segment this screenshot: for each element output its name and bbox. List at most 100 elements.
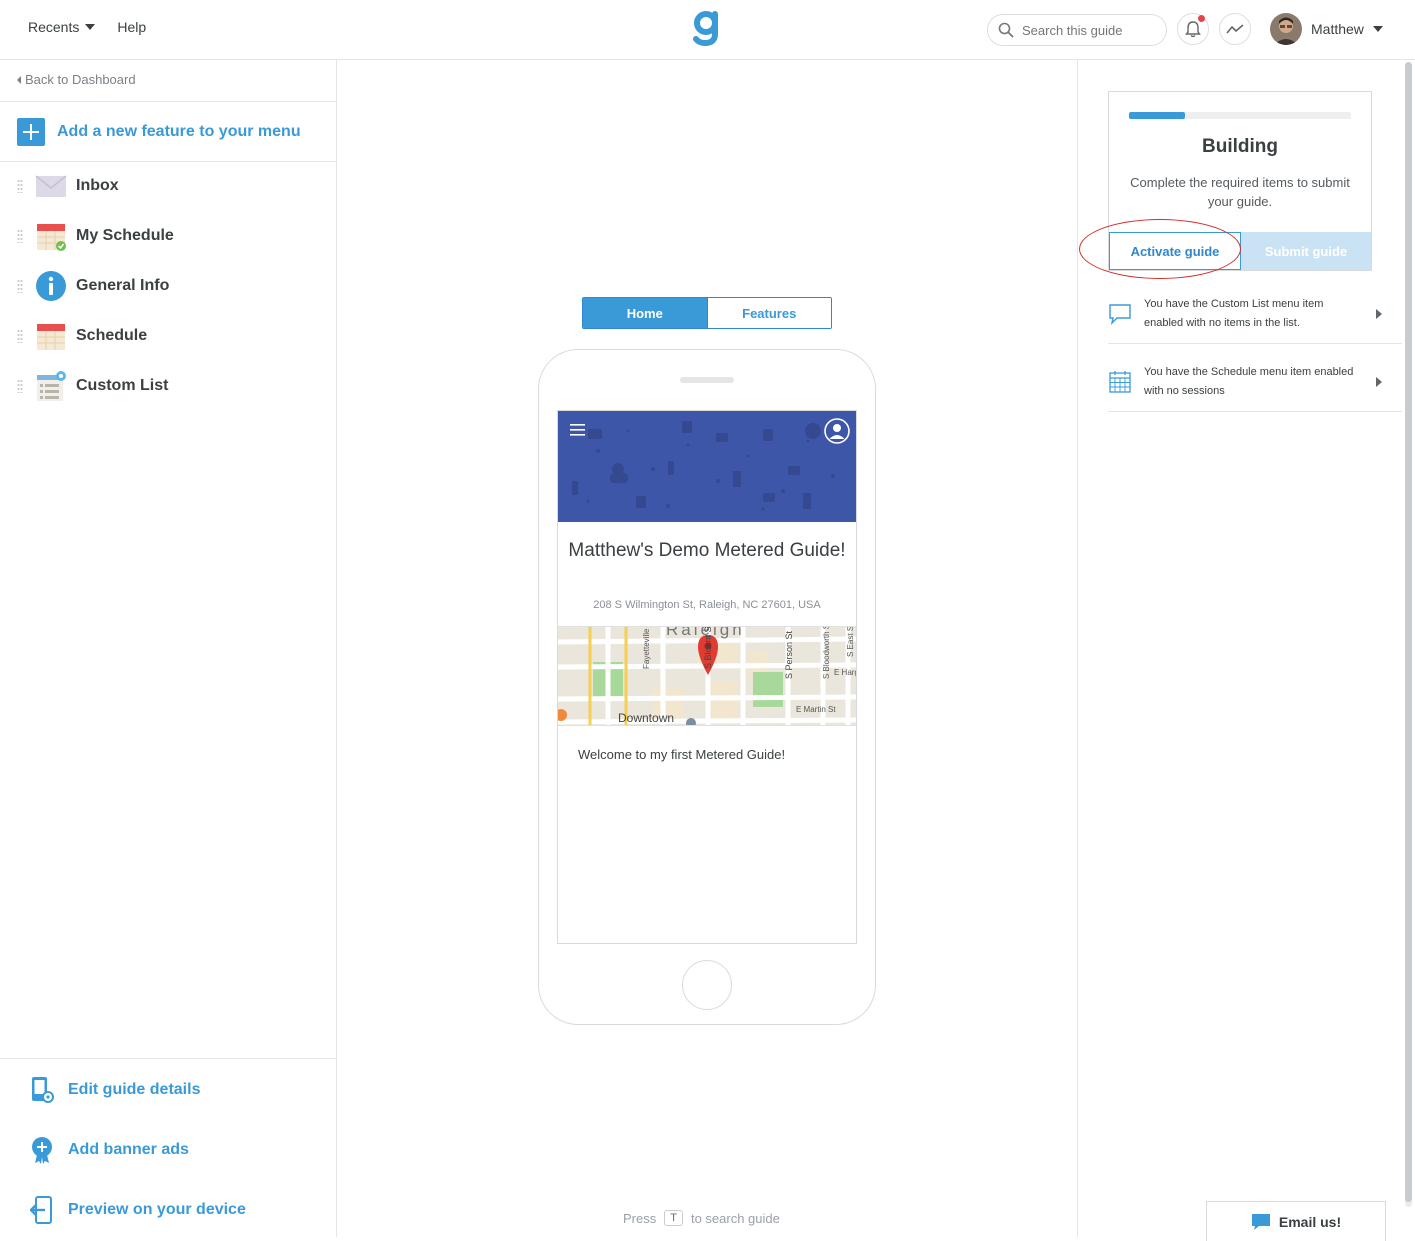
- sidebar-item-general-info[interactable]: General Info: [17, 268, 317, 304]
- status-card: Building Complete the required items to …: [1108, 91, 1372, 271]
- user-menu[interactable]: Matthew: [1270, 13, 1383, 45]
- calendar-icon: [37, 324, 65, 350]
- activity-chart-icon: [1226, 24, 1244, 34]
- sidebar-item-schedule[interactable]: Schedule: [17, 318, 317, 354]
- preview-on-device-link[interactable]: Preview on your device: [30, 1196, 246, 1224]
- search-box[interactable]: [987, 14, 1167, 46]
- map-label-downtown: Downtown: [618, 711, 675, 725]
- divider: [0, 101, 337, 102]
- status-panel: Building Complete the required items to …: [1077, 60, 1415, 1237]
- email-us-button[interactable]: Email us!: [1206, 1201, 1386, 1241]
- submit-guide-button[interactable]: Submit guide: [1241, 232, 1371, 270]
- sidebar: Back to Dashboard Add a new feature to y…: [0, 60, 337, 1237]
- chevron-right-icon: [1376, 376, 1382, 387]
- recents-label: Recents: [28, 19, 80, 35]
- notification-dot: [1198, 15, 1205, 22]
- bell-icon: [1185, 21, 1201, 38]
- sidebar-item-label: Custom List: [76, 377, 169, 394]
- profile-icon[interactable]: [824, 418, 850, 444]
- back-label: Back to Dashboard: [25, 72, 136, 87]
- activity-button[interactable]: [1219, 13, 1251, 45]
- envelope-icon: [35, 175, 67, 197]
- progress-fill: [1129, 112, 1185, 119]
- status-title: Building: [1202, 136, 1278, 157]
- drag-handle-icon[interactable]: [17, 179, 23, 193]
- keyboard-hint: Press T to search guide: [623, 1210, 780, 1226]
- sidebar-item-label: Schedule: [76, 327, 148, 344]
- notifications-button[interactable]: [1177, 13, 1209, 45]
- chevron-down-icon: [85, 24, 96, 30]
- sidebar-item-label: My Schedule: [76, 227, 174, 244]
- add-banner-ads-label: Add banner ads: [68, 1141, 189, 1158]
- tab-features[interactable]: Features: [706, 298, 831, 328]
- calendar-check-icon: [37, 224, 66, 251]
- recents-menu[interactable]: Recents: [28, 19, 96, 35]
- guide-title: Matthew's Demo Metered Guide!: [568, 540, 846, 561]
- sidebar-item-inbox[interactable]: Inbox: [17, 168, 317, 204]
- chat-bubble-icon: [1251, 1213, 1270, 1230]
- shortcut-key: T: [664, 1210, 683, 1226]
- guide-address: 208 S Wilmington St, Raleigh, NC 27601, …: [593, 599, 821, 611]
- map-label-street: S Blount St: [703, 626, 713, 669]
- task-item-schedule[interactable]: You have the Schedule menu item enabled …: [1108, 352, 1402, 412]
- avatar: [1270, 13, 1302, 45]
- edit-guide-details-label: Edit guide details: [68, 1081, 201, 1098]
- edit-guide-details-link[interactable]: Edit guide details: [30, 1076, 200, 1104]
- welcome-text: Welcome to my first Metered Guide!: [578, 747, 786, 762]
- ribbon-plus-icon: [32, 1137, 52, 1164]
- guide-banner: [558, 411, 856, 522]
- banner-pattern: [572, 421, 835, 511]
- user-avatar-icon: [1270, 13, 1302, 45]
- map-label-street: Fayetteville St: [642, 626, 651, 669]
- map-label-street: E Martin St: [796, 705, 836, 714]
- sidebar-item-label: Inbox: [76, 177, 119, 194]
- sidebar-item-custom-list[interactable]: Custom List: [17, 368, 317, 404]
- phone-speaker: [680, 377, 734, 383]
- phone-screen: Matthew's Demo Metered Guide! 208 S Wilm…: [557, 410, 857, 944]
- add-feature-button[interactable]: Add a new feature to your menu: [17, 118, 301, 146]
- tab-home[interactable]: Home: [583, 298, 707, 328]
- scrollbar[interactable]: [1405, 62, 1412, 1207]
- help-link[interactable]: Help: [117, 19, 146, 35]
- drag-handle-icon[interactable]: [17, 379, 23, 393]
- divider: [0, 1058, 337, 1059]
- map-label-street: S East St: [846, 626, 855, 657]
- top-bar: Recents Help Search this guide Matthew: [0, 0, 1415, 60]
- search-icon: [998, 22, 1014, 38]
- add-banner-ads-link[interactable]: Add banner ads: [30, 1136, 189, 1164]
- chevron-down-icon: [1372, 26, 1383, 32]
- phone-home-button: [682, 960, 732, 1010]
- speech-bubble-icon: [1109, 303, 1131, 325]
- drag-handle-icon[interactable]: [17, 329, 23, 343]
- phone-arrow-icon: [30, 1196, 52, 1224]
- drag-handle-icon[interactable]: [17, 229, 23, 243]
- chevron-left-icon: [17, 75, 21, 84]
- plus-icon: [17, 118, 45, 146]
- search-input[interactable]: [1022, 22, 1142, 38]
- activate-guide-button[interactable]: Activate guide: [1109, 232, 1241, 270]
- divider: [0, 161, 337, 162]
- phone-frame: Matthew's Demo Metered Guide! 208 S Wilm…: [538, 349, 876, 1025]
- press-suffix: to search guide: [690, 1210, 780, 1226]
- top-nav: Recents Help: [28, 19, 146, 35]
- back-to-dashboard-link[interactable]: Back to Dashboard: [17, 72, 136, 87]
- sidebar-item-my-schedule[interactable]: My Schedule: [17, 218, 317, 254]
- chevron-right-icon: [1376, 308, 1382, 319]
- guidebook-logo-icon[interactable]: [693, 10, 721, 46]
- press-label: Press: [623, 1210, 657, 1226]
- preview-area: Home Features Matthew's Demo Metered Gui…: [338, 60, 1076, 1237]
- task-item-custom-list[interactable]: You have the Custom List menu item enabl…: [1108, 284, 1402, 344]
- info-icon: [36, 271, 66, 301]
- hamburger-menu-icon[interactable]: [570, 423, 586, 437]
- scrollbar-thumb[interactable]: [1405, 62, 1412, 1202]
- map-label-street: S Bloodworth St: [822, 626, 831, 679]
- map-label-street: S Person St: [784, 630, 794, 679]
- add-feature-label: Add a new feature to your menu: [57, 123, 301, 140]
- map[interactable]: Raleigh Downtown Fayetteville St S Bloun…: [558, 626, 857, 726]
- help-label: Help: [117, 19, 147, 35]
- map-label-street: E Harg: [834, 668, 857, 677]
- drag-handle-icon[interactable]: [17, 279, 23, 293]
- email-us-label: Email us!: [1278, 1213, 1342, 1230]
- list-icon: [37, 371, 66, 401]
- sidebar-item-label: General Info: [76, 277, 170, 294]
